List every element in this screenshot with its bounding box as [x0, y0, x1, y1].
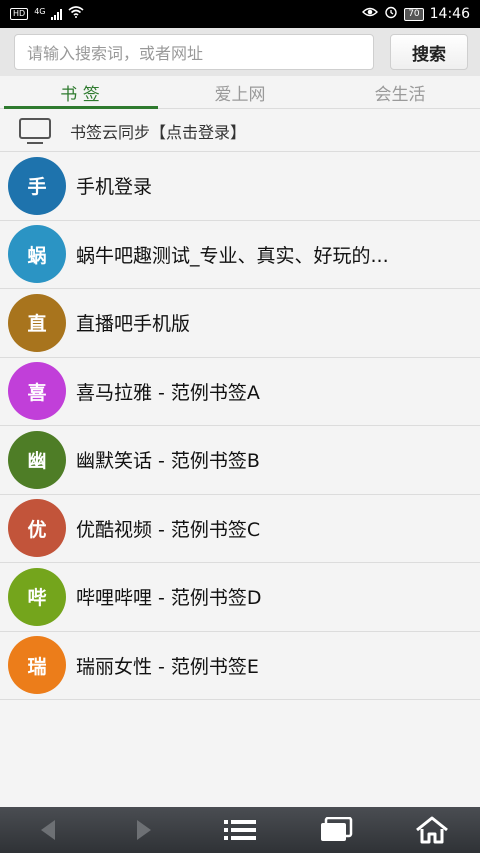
avatar: 喜	[8, 362, 66, 421]
status-bar: HD 4G 70 14:46	[0, 0, 480, 28]
status-left: HD 4G	[10, 6, 85, 22]
bookmark-title: 优酷视频 - 范例书签C	[76, 518, 261, 541]
avatar: 幽	[8, 430, 66, 489]
bookmark-title: 瑞丽女性 - 范例书签E	[76, 655, 259, 678]
hd-badge: HD	[10, 8, 29, 20]
bottom-nav	[0, 807, 480, 853]
bookmark-title: 哔哩哔哩 - 范例书签D	[76, 587, 262, 610]
status-right: 70 14:46	[362, 5, 470, 23]
avatar: 哔	[8, 567, 66, 626]
tab-internet[interactable]: 爱上网	[160, 77, 320, 108]
back-arrow-icon[interactable]	[18, 807, 78, 853]
monitor-icon	[18, 117, 52, 145]
avatar: 瑞	[8, 636, 66, 695]
tab-bookmarks[interactable]: 书 签	[0, 77, 160, 109]
battery-indicator: 70	[404, 7, 424, 21]
sync-label: 书签云同步【点击登录】	[70, 122, 247, 142]
bookmark-list: 手 手机登录 蜗 蜗牛吧趣测试_专业、真实、好玩的... 直 直播吧手机版 喜 …	[0, 152, 480, 700]
home-icon[interactable]	[402, 807, 462, 853]
menu-icon[interactable]	[210, 807, 270, 853]
search-button[interactable]: 搜索	[390, 34, 468, 70]
windows-icon[interactable]	[306, 807, 366, 853]
avatar: 优	[8, 499, 66, 558]
bookmark-sync-row[interactable]: 书签云同步【点击登录】	[0, 110, 480, 152]
alarm-icon	[384, 5, 398, 23]
bookmark-title: 手机登录	[76, 176, 153, 199]
bookmark-item[interactable]: 蜗 蜗牛吧趣测试_专业、真实、好玩的...	[0, 221, 480, 289]
clock: 14:46	[429, 6, 470, 22]
bookmark-item[interactable]: 幽 幽默笑话 - 范例书签B	[0, 426, 480, 495]
bookmark-title: 蜗牛吧趣测试_专业、真实、好玩的...	[76, 244, 389, 267]
avatar: 蜗	[8, 225, 66, 284]
tab-life[interactable]: 会生活	[320, 77, 480, 108]
search-area: 请输入搜索词，或者网址 搜索	[0, 28, 480, 76]
bookmark-item[interactable]: 直 直播吧手机版	[0, 289, 480, 358]
avatar: 直	[8, 293, 66, 352]
signal-icon	[51, 8, 63, 20]
bookmark-item[interactable]: 瑞 瑞丽女性 - 范例书签E	[0, 632, 480, 700]
network-type: 4G	[34, 6, 46, 16]
eye-icon	[362, 6, 379, 22]
bookmark-item[interactable]: 喜 喜马拉雅 - 范例书签A	[0, 358, 480, 426]
tab-bar: 书 签 爱上网 会生活	[0, 77, 480, 109]
bookmark-title: 喜马拉雅 - 范例书签A	[76, 381, 260, 404]
bookmark-item[interactable]: 优 优酷视频 - 范例书签C	[0, 495, 480, 563]
bookmark-item[interactable]: 哔 哔哩哔哩 - 范例书签D	[0, 563, 480, 632]
avatar: 手	[8, 156, 66, 215]
forward-arrow-icon[interactable]	[114, 807, 174, 853]
bookmark-item[interactable]: 手 手机登录	[0, 152, 480, 221]
wifi-icon	[68, 6, 85, 22]
bookmark-title: 幽默笑话 - 范例书签B	[76, 450, 260, 473]
bookmark-title: 直播吧手机版	[76, 313, 191, 336]
search-input[interactable]: 请输入搜索词，或者网址	[14, 34, 374, 70]
